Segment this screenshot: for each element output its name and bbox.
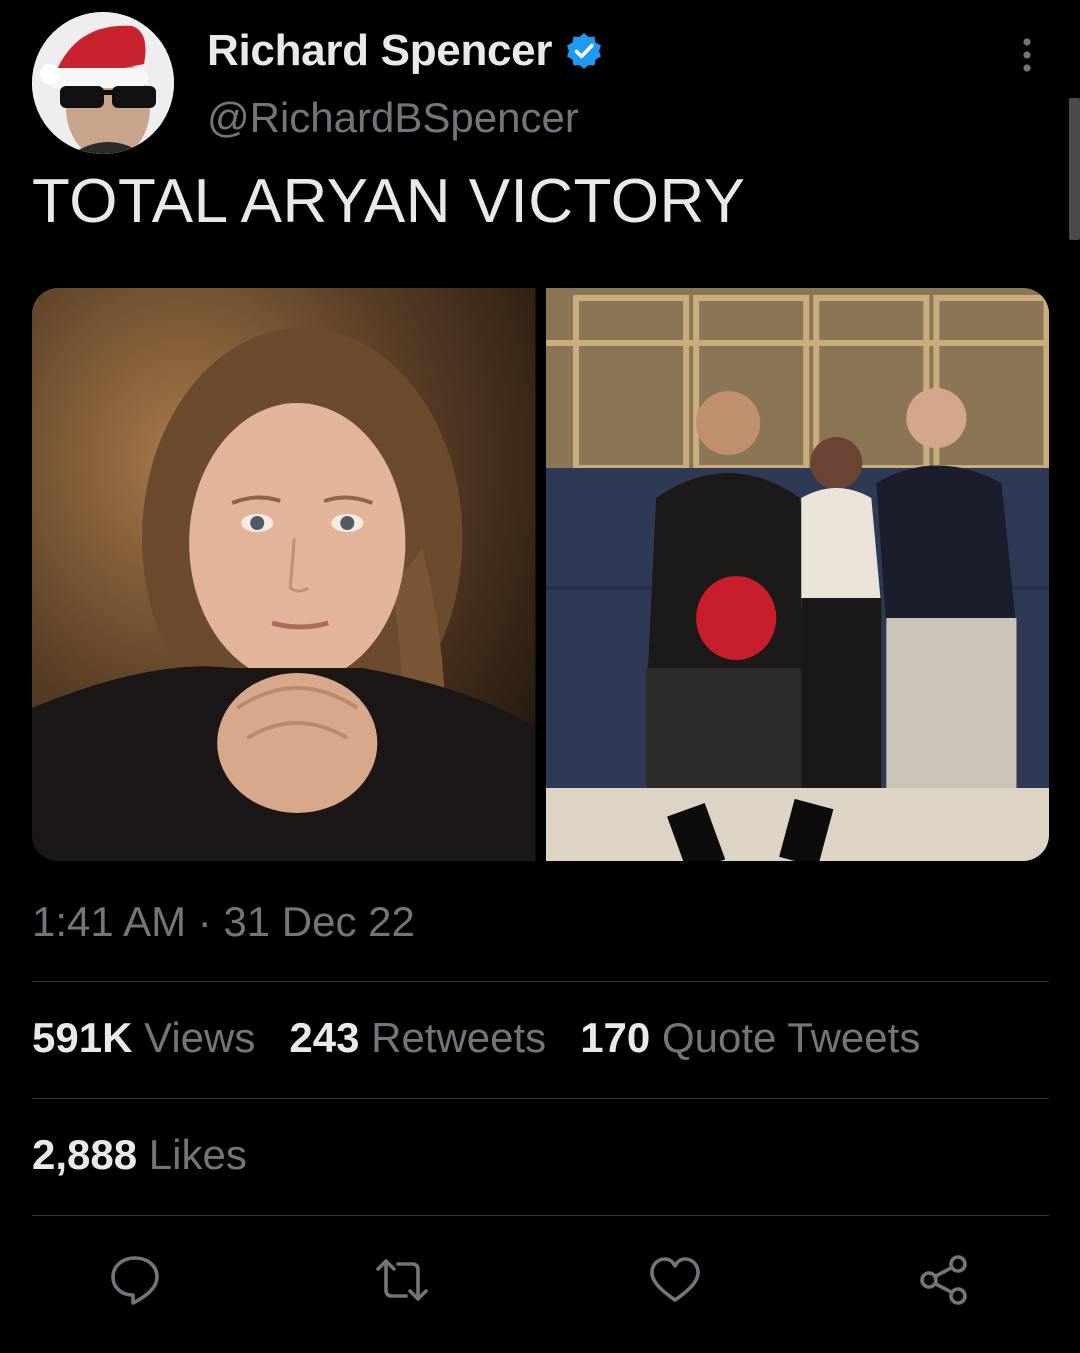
tweet-detail-view: Richard Spencer @RichardBSpencer TOTAL A… xyxy=(0,0,1080,1353)
views-count: 591K xyxy=(32,1014,133,1061)
share-button[interactable] xyxy=(916,1252,972,1308)
views-stat[interactable]: 591K Views xyxy=(32,1014,255,1062)
tweet-timestamp[interactable]: 1:41 AM · 31 Dec 22 xyxy=(32,898,415,946)
scrollbar[interactable] xyxy=(1069,98,1080,240)
media-image-portrait[interactable] xyxy=(32,288,536,861)
likes-count: 2,888 xyxy=(32,1131,138,1178)
verified-badge-icon xyxy=(564,31,604,71)
engagement-stats: 591K Views 243 Retweets 170 Quote Tweets xyxy=(32,1014,920,1062)
retweets-label: Retweets xyxy=(371,1014,547,1061)
user-handle[interactable]: @RichardBSpencer xyxy=(207,94,579,142)
like-icon xyxy=(650,1257,700,1302)
reply-icon xyxy=(111,1256,159,1305)
share-icon xyxy=(920,1255,967,1305)
divider xyxy=(32,1098,1049,1099)
divider xyxy=(32,1215,1049,1216)
divider xyxy=(32,981,1049,982)
views-label: Views xyxy=(144,1014,256,1061)
display-name-text: Richard Spencer xyxy=(207,26,553,75)
reply-button[interactable] xyxy=(107,1252,163,1308)
likes-label: Likes xyxy=(148,1131,247,1178)
likes-stat[interactable]: 2,888 Likes xyxy=(32,1131,247,1179)
like-button[interactable] xyxy=(647,1252,703,1308)
avatar[interactable] xyxy=(32,12,174,154)
quote-tweets-stat[interactable]: 170 Quote Tweets xyxy=(580,1014,920,1062)
retweet-icon xyxy=(376,1259,428,1301)
tweet-text: TOTAL ARYAN VICTORY xyxy=(32,167,746,236)
display-name[interactable]: Richard Spencer xyxy=(207,26,604,76)
tweet-media xyxy=(32,288,1049,861)
quote-tweets-label: Quote Tweets xyxy=(661,1014,921,1061)
media-image-group[interactable] xyxy=(545,288,1049,861)
retweet-button[interactable] xyxy=(374,1252,430,1308)
more-options-icon[interactable] xyxy=(1010,34,1044,78)
quote-tweets-count: 170 xyxy=(580,1014,651,1061)
retweets-stat[interactable]: 243 Retweets xyxy=(289,1014,546,1062)
retweets-count: 243 xyxy=(289,1014,360,1061)
